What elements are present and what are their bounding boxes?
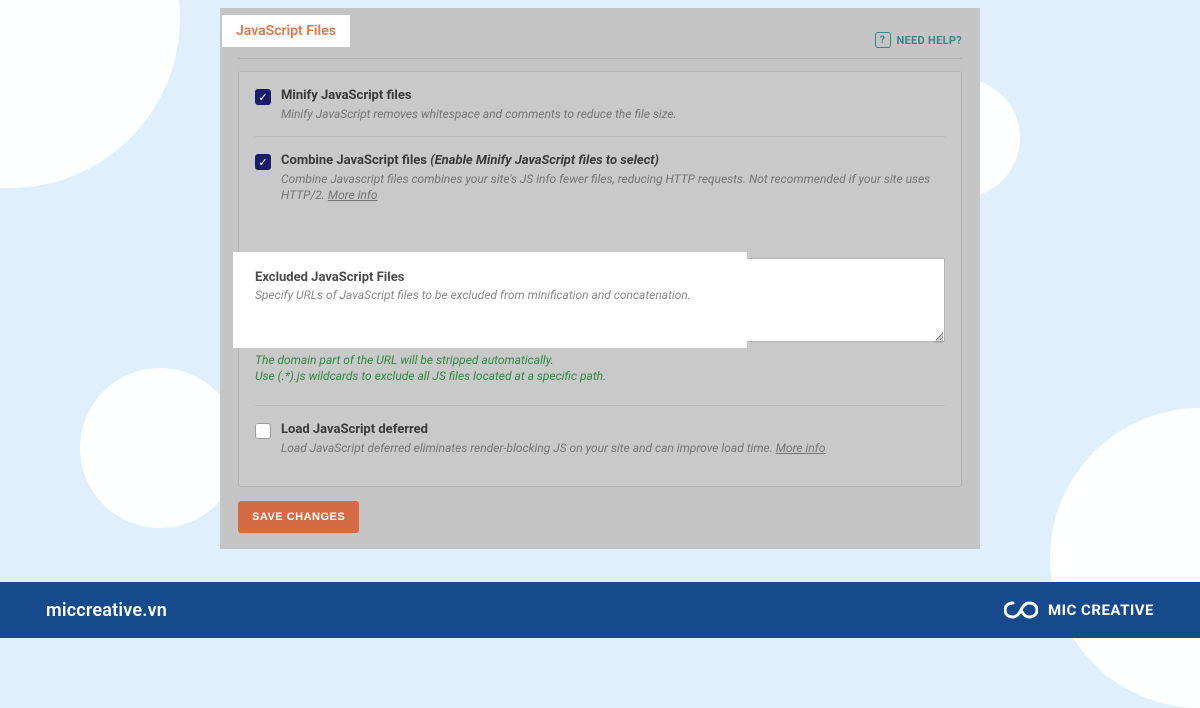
excluded-hint-2: Use (.*).js wildcards to exclude all JS …	[255, 368, 945, 385]
need-help-link[interactable]: ? NEED HELP?	[875, 32, 963, 48]
combine-title-text: Combine JavaScript files	[281, 153, 427, 168]
settings-panel: JavaScript Files ? NEED HELP? ✓ Minify J…	[220, 8, 980, 549]
help-icon: ?	[875, 32, 891, 48]
footer-brand-text: MIC CREATIVE	[1048, 601, 1154, 619]
combine-checkbox[interactable]: ✓	[255, 154, 271, 170]
resize-handle-icon[interactable]	[933, 333, 943, 343]
option-minify: ✓ Minify JavaScript files Minify JavaScr…	[255, 86, 945, 136]
excluded-highlight: Excluded JavaScript Files Specify URLs o…	[235, 254, 745, 346]
minify-desc: Minify JavaScript removes whitespace and…	[281, 106, 945, 122]
bg-blob	[80, 368, 240, 528]
save-button[interactable]: SAVE CHANGES	[238, 501, 359, 533]
options-box: ✓ Minify JavaScript files Minify JavaScr…	[238, 71, 962, 487]
excluded-block: Excluded JavaScript Files Specify URLs o…	[255, 258, 945, 386]
footer-site: miccreative.vn	[46, 600, 167, 621]
excluded-hints: The domain part of the URL will be strip…	[255, 352, 945, 386]
excluded-desc: Specify URLs of JavaScript files to be e…	[255, 288, 725, 302]
need-help-label: NEED HELP?	[897, 34, 963, 47]
panel-header: JavaScript Files ? NEED HELP?	[238, 28, 962, 59]
deferred-desc: Load JavaScript deferred eliminates rend…	[281, 440, 945, 456]
bg-blob	[1050, 408, 1200, 708]
minify-title: Minify JavaScript files	[281, 88, 945, 103]
panel-title: JavaScript Files	[222, 15, 350, 47]
bg-blob	[0, 0, 180, 188]
excluded-hint-1: The domain part of the URL will be strip…	[255, 352, 945, 369]
deferred-more-link[interactable]: More info	[776, 441, 826, 455]
option-combine: ✓ Combine JavaScript files (Enable Minif…	[255, 136, 945, 405]
option-deferred: ✓ Load JavaScript deferred Load JavaScri…	[255, 405, 945, 470]
excluded-title: Excluded JavaScript Files	[255, 270, 725, 285]
combine-desc: Combine Javascript files combines your s…	[281, 171, 945, 203]
footer-brand: MIC CREATIVE	[1004, 600, 1154, 620]
deferred-checkbox[interactable]: ✓	[255, 423, 271, 439]
deferred-title: Load JavaScript deferred	[281, 422, 945, 437]
infinity-icon	[1004, 600, 1038, 620]
combine-title-hint: (Enable Minify JavaScript files to selec…	[430, 153, 659, 168]
combine-title: Combine JavaScript files (Enable Minify …	[281, 153, 945, 168]
combine-more-link[interactable]: More info	[328, 188, 378, 202]
minify-checkbox[interactable]: ✓	[255, 89, 271, 105]
